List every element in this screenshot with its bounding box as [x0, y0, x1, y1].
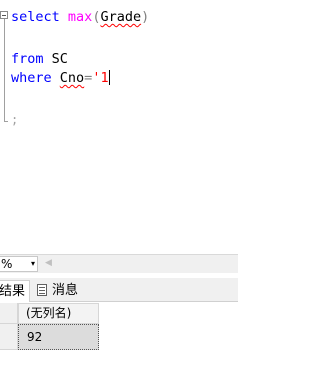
table-sc: SC: [51, 51, 68, 67]
outline-guide: [4, 19, 5, 121]
tab-results-label: 结果: [0, 284, 26, 299]
collapse-icon[interactable]: [0, 11, 8, 19]
message-icon: [37, 284, 47, 296]
keyword-select: select: [11, 9, 60, 25]
chevron-down-icon[interactable]: ▾: [31, 257, 35, 271]
tab-messages-label: 消息: [52, 283, 79, 298]
row-header[interactable]: [0, 324, 18, 350]
outline-guide-end: [4, 121, 8, 122]
statement-terminator: ;: [11, 113, 19, 127]
results-tabs: 结果 消息: [0, 278, 238, 302]
text-caret: [108, 70, 110, 85]
tab-messages[interactable]: 消息: [34, 280, 90, 302]
code-line-4: where Cno='1: [11, 70, 110, 86]
column-grade: Grade: [100, 9, 142, 25]
function-max: max: [67, 9, 93, 25]
code-line-1: select max(Grade): [11, 9, 150, 25]
table-cell[interactable]: 92: [18, 324, 99, 350]
grid-corner[interactable]: [0, 303, 18, 324]
tab-results[interactable]: 结果: [0, 280, 30, 302]
results-grid: (无列名) 92: [0, 303, 238, 369]
keyword-where: where: [11, 70, 52, 86]
query-editor[interactable]: select max(Grade) from SC where Cno='1 ;: [0, 0, 238, 250]
code-line-3: from SC: [11, 51, 68, 67]
column-header[interactable]: (无列名): [18, 303, 99, 324]
string-literal: '1: [92, 70, 109, 86]
keyword-from: from: [11, 51, 44, 67]
zoom-value: %: [1, 257, 13, 271]
editor-statusbar: % ▾ ◀: [0, 254, 238, 273]
scroll-left-icon[interactable]: ◀: [45, 258, 52, 268]
column-cno: Cno: [59, 70, 85, 86]
zoom-select[interactable]: % ▾: [0, 256, 38, 272]
